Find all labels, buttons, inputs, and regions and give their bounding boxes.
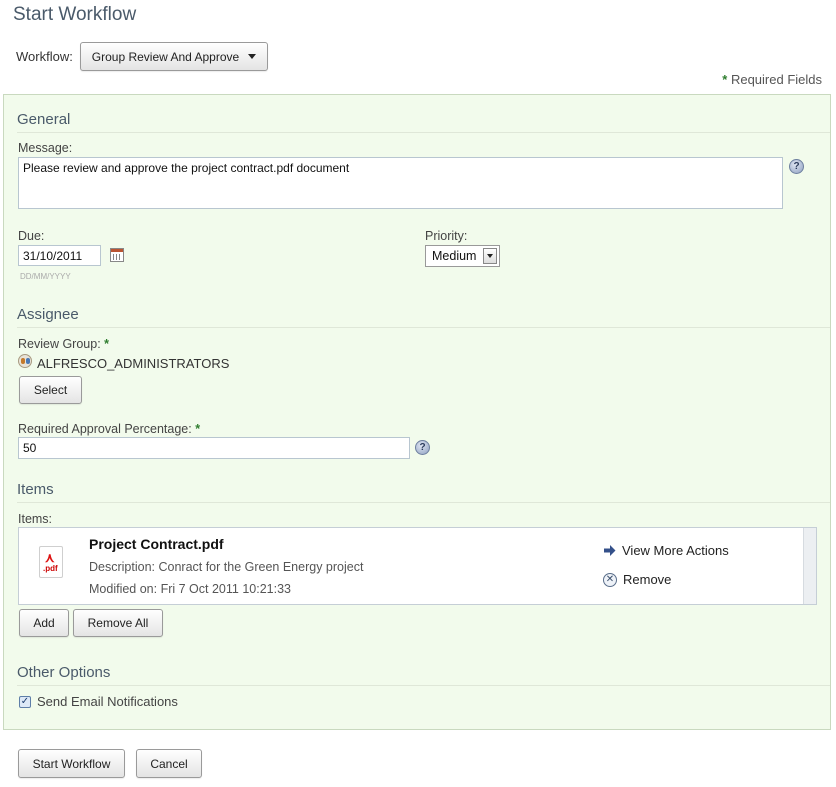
- remove-icon: ✕: [603, 572, 617, 587]
- assignee-heading-text: Assignee: [17, 306, 79, 323]
- message-label: Message:: [18, 141, 73, 155]
- item-description: Description: Conract for the Green Energ…: [89, 560, 364, 574]
- workflow-select-button[interactable]: Group Review And Approve: [80, 42, 268, 71]
- send-email-checkbox[interactable]: ✓: [19, 696, 31, 708]
- workflow-selected-label: Group Review And Approve: [91, 49, 240, 64]
- chevron-down-icon: [248, 54, 257, 59]
- divider: [17, 685, 830, 686]
- item-modified: Modified on: Fri 7 Oct 2011 10:21:33: [89, 582, 291, 596]
- priority-selected: Medium: [432, 249, 477, 263]
- remove-item-link[interactable]: ✕ Remove: [603, 572, 671, 587]
- item-name-link[interactable]: Project Contract.pdf: [89, 536, 224, 552]
- priority-select[interactable]: Medium: [425, 245, 500, 267]
- message-textarea[interactable]: Please review and approve the project co…: [18, 157, 783, 209]
- help-icon[interactable]: ?: [415, 440, 430, 455]
- items-section-heading: Items: [17, 481, 830, 503]
- items-label: Items:: [18, 512, 53, 526]
- approval-percentage-label-text: Required Approval Percentage:: [18, 422, 192, 436]
- page-title: Start Workflow: [13, 4, 137, 25]
- assignee-section-heading: Assignee: [17, 306, 830, 328]
- items-heading-text: Items: [17, 481, 54, 498]
- remove-all-button[interactable]: Remove All: [73, 609, 163, 637]
- divider: [17, 132, 830, 133]
- review-group-label: Review Group: *: [18, 337, 109, 351]
- pdf-extension-label: .pdf: [43, 564, 58, 573]
- general-heading-text: General: [17, 111, 71, 128]
- required-star: *: [722, 72, 728, 87]
- cancel-button[interactable]: Cancel: [136, 749, 202, 778]
- divider: [17, 327, 830, 328]
- general-section-heading: General: [17, 111, 830, 133]
- calendar-icon[interactable]: [110, 248, 124, 262]
- divider: [17, 502, 830, 503]
- add-item-button[interactable]: Add: [19, 609, 69, 637]
- required-fields-note: * Required Fields: [722, 72, 822, 87]
- required-star: *: [195, 422, 201, 436]
- review-group-name: ALFRESCO_ADMINISTRATORS: [37, 356, 230, 371]
- workflow-form-panel: General Message: Please review and appro…: [3, 94, 831, 730]
- group-icon: [18, 354, 32, 368]
- start-workflow-button[interactable]: Start Workflow: [18, 749, 125, 778]
- due-date-hint: DD/MM/YYYY: [20, 272, 71, 281]
- priority-label: Priority:: [425, 229, 468, 243]
- approval-percentage-label: Required Approval Percentage: *: [18, 422, 200, 436]
- due-date-input[interactable]: 31/10/2011: [18, 245, 101, 266]
- review-group-label-text: Review Group:: [18, 337, 101, 351]
- remove-item-label: Remove: [623, 572, 672, 587]
- help-icon[interactable]: ?: [789, 159, 804, 174]
- view-more-actions-link[interactable]: View More Actions: [603, 543, 729, 558]
- workflow-label: Workflow:: [16, 49, 73, 64]
- required-star: *: [104, 337, 110, 351]
- items-scrollbar[interactable]: [803, 528, 816, 604]
- due-label: Due:: [18, 229, 45, 243]
- approval-percentage-input[interactable]: 50: [18, 437, 410, 459]
- required-fields-text: Required Fields: [730, 72, 822, 87]
- view-more-actions-label: View More Actions: [622, 543, 729, 558]
- send-email-label[interactable]: Send Email Notifications: [37, 694, 178, 709]
- chevron-down-icon: [483, 248, 497, 264]
- arrow-right-icon: [604, 545, 616, 556]
- select-group-button[interactable]: Select: [19, 376, 82, 404]
- other-options-section-heading: Other Options: [17, 664, 830, 686]
- other-options-heading-text: Other Options: [17, 664, 111, 681]
- pdf-file-icon: ⋏ .pdf: [39, 546, 63, 578]
- items-list: ⋏ .pdf Project Contract.pdf Description:…: [18, 527, 817, 605]
